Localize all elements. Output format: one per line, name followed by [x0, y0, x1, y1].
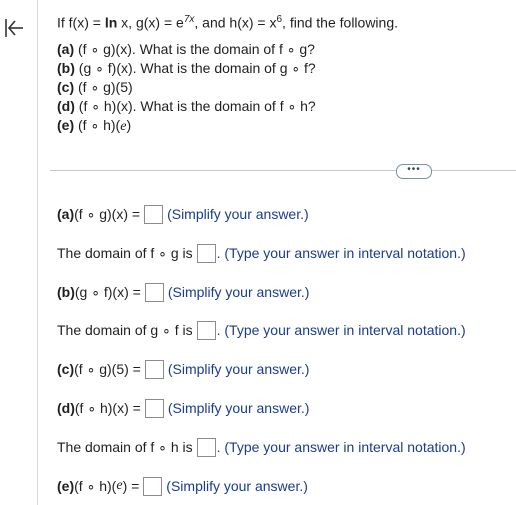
collapse-left-arrow-icon[interactable]: [3, 17, 25, 39]
part-label: (c): [57, 78, 75, 95]
part-a-prompt: (a) (f ∘ g)(x). What is the domain of f …: [57, 40, 398, 59]
part-label: (b): [57, 59, 75, 76]
answer-hint: (Simplify your answer.): [167, 284, 310, 300]
domain-text: The domain of f ∘ h is: [57, 438, 193, 455]
answer-label: (c): [57, 361, 75, 377]
answer-d-domain-input[interactable]: [196, 437, 216, 457]
answer-d-input[interactable]: [144, 398, 164, 418]
answer-label: (d): [57, 400, 75, 416]
intro-text-2: x, g(x) = e: [117, 14, 184, 31]
intro-text: If f(x) =: [57, 14, 105, 31]
panel-divider: [37, 0, 38, 505]
answer-expr-close: ) =: [122, 478, 140, 494]
g-exponent: 7x: [183, 14, 195, 25]
intro-text-3: , and h(x) = x: [194, 14, 277, 31]
domain-text: The domain of f ∘ g is: [57, 244, 193, 261]
answer-row-b: (b) (g ∘ f)(x) = (Simplify your answer.): [57, 281, 309, 303]
part-e-prompt: (e) (f ∘ h)(e): [57, 116, 398, 136]
problem-intro: If f(x) = ln x, g(x) = e7x, and h(x) = x…: [57, 10, 398, 33]
part-label: (d): [57, 97, 75, 114]
answer-a-domain-input[interactable]: [196, 243, 216, 263]
part-label: (e): [57, 116, 75, 133]
answer-b-input[interactable]: [144, 282, 164, 302]
ln-text: ln: [104, 14, 118, 31]
part-text: (f ∘ h)(: [74, 116, 121, 133]
part-d-prompt: (d) (f ∘ h)(x). What is the domain of f …: [57, 97, 398, 116]
answer-row-d: (d) (f ∘ h)(x) = (Simplify your answer.): [57, 397, 309, 419]
answer-b-domain-input[interactable]: [196, 320, 216, 340]
answer-label: (b): [57, 284, 75, 300]
part-c-prompt: (c) (f ∘ g)(5): [57, 78, 398, 97]
answer-expr: (f ∘ h)(: [74, 477, 117, 494]
answer-label: (a): [57, 206, 75, 222]
answer-hint: . (Type your answer in interval notation…: [216, 439, 466, 455]
part-label: (a): [57, 40, 75, 57]
answer-label: (e): [57, 478, 75, 494]
answer-hint: (Simplify your answer.): [167, 206, 309, 222]
part-text: (f ∘ g)(x). What is the domain of f ∘ g?: [74, 40, 315, 57]
answer-row-d-domain: The domain of f ∘ h is . (Type your answ…: [57, 436, 466, 458]
answer-c-input[interactable]: [144, 359, 164, 379]
answer-hint: (Simplify your answer.): [167, 361, 310, 377]
intro-text-4: , find the following.: [282, 14, 399, 31]
answer-expr: (f ∘ g)(5) =: [74, 360, 141, 377]
answer-expr: (f ∘ g)(x) =: [74, 205, 141, 222]
answer-row-e: (e) (f ∘ h)(e) = (Simplify your answer.): [57, 475, 308, 497]
part-text: (g ∘ f)(x). What is the domain of g ∘ f?: [74, 59, 316, 76]
answer-hint: (Simplify your answer.): [167, 400, 310, 416]
answer-row-c: (c) (f ∘ g)(5) = (Simplify your answer.): [57, 358, 309, 380]
more-options-button[interactable]: •••: [396, 164, 432, 179]
part-text: (f ∘ g)(5): [74, 78, 133, 95]
problem-statement: If f(x) = ln x, g(x) = e7x, and h(x) = x…: [57, 10, 398, 136]
answer-expr: (f ∘ h)(x) =: [74, 399, 141, 416]
answer-a-input[interactable]: [144, 204, 164, 224]
answer-hint: . (Type your answer in interval notation…: [216, 322, 466, 338]
section-divider: [50, 170, 516, 171]
domain-text: The domain of g ∘ f is: [57, 321, 193, 338]
answer-row-a-domain: The domain of f ∘ g is . (Type your answ…: [57, 242, 466, 264]
answer-expr: (g ∘ f)(x) =: [74, 283, 141, 300]
answer-row-b-domain: The domain of g ∘ f is . (Type your answ…: [57, 319, 466, 341]
answer-row-a: (a) (f ∘ g)(x) = (Simplify your answer.): [57, 203, 309, 225]
answer-hint: . (Type your answer in interval notation…: [216, 245, 466, 261]
answer-hint: (Simplify your answer.): [166, 478, 308, 494]
part-b-prompt: (b) (g ∘ f)(x). What is the domain of g …: [57, 59, 398, 78]
answer-e-input[interactable]: [143, 476, 163, 496]
part-text: (f ∘ h)(x). What is the domain of f ∘ h?: [74, 97, 316, 114]
part-text-close: ): [126, 116, 132, 133]
